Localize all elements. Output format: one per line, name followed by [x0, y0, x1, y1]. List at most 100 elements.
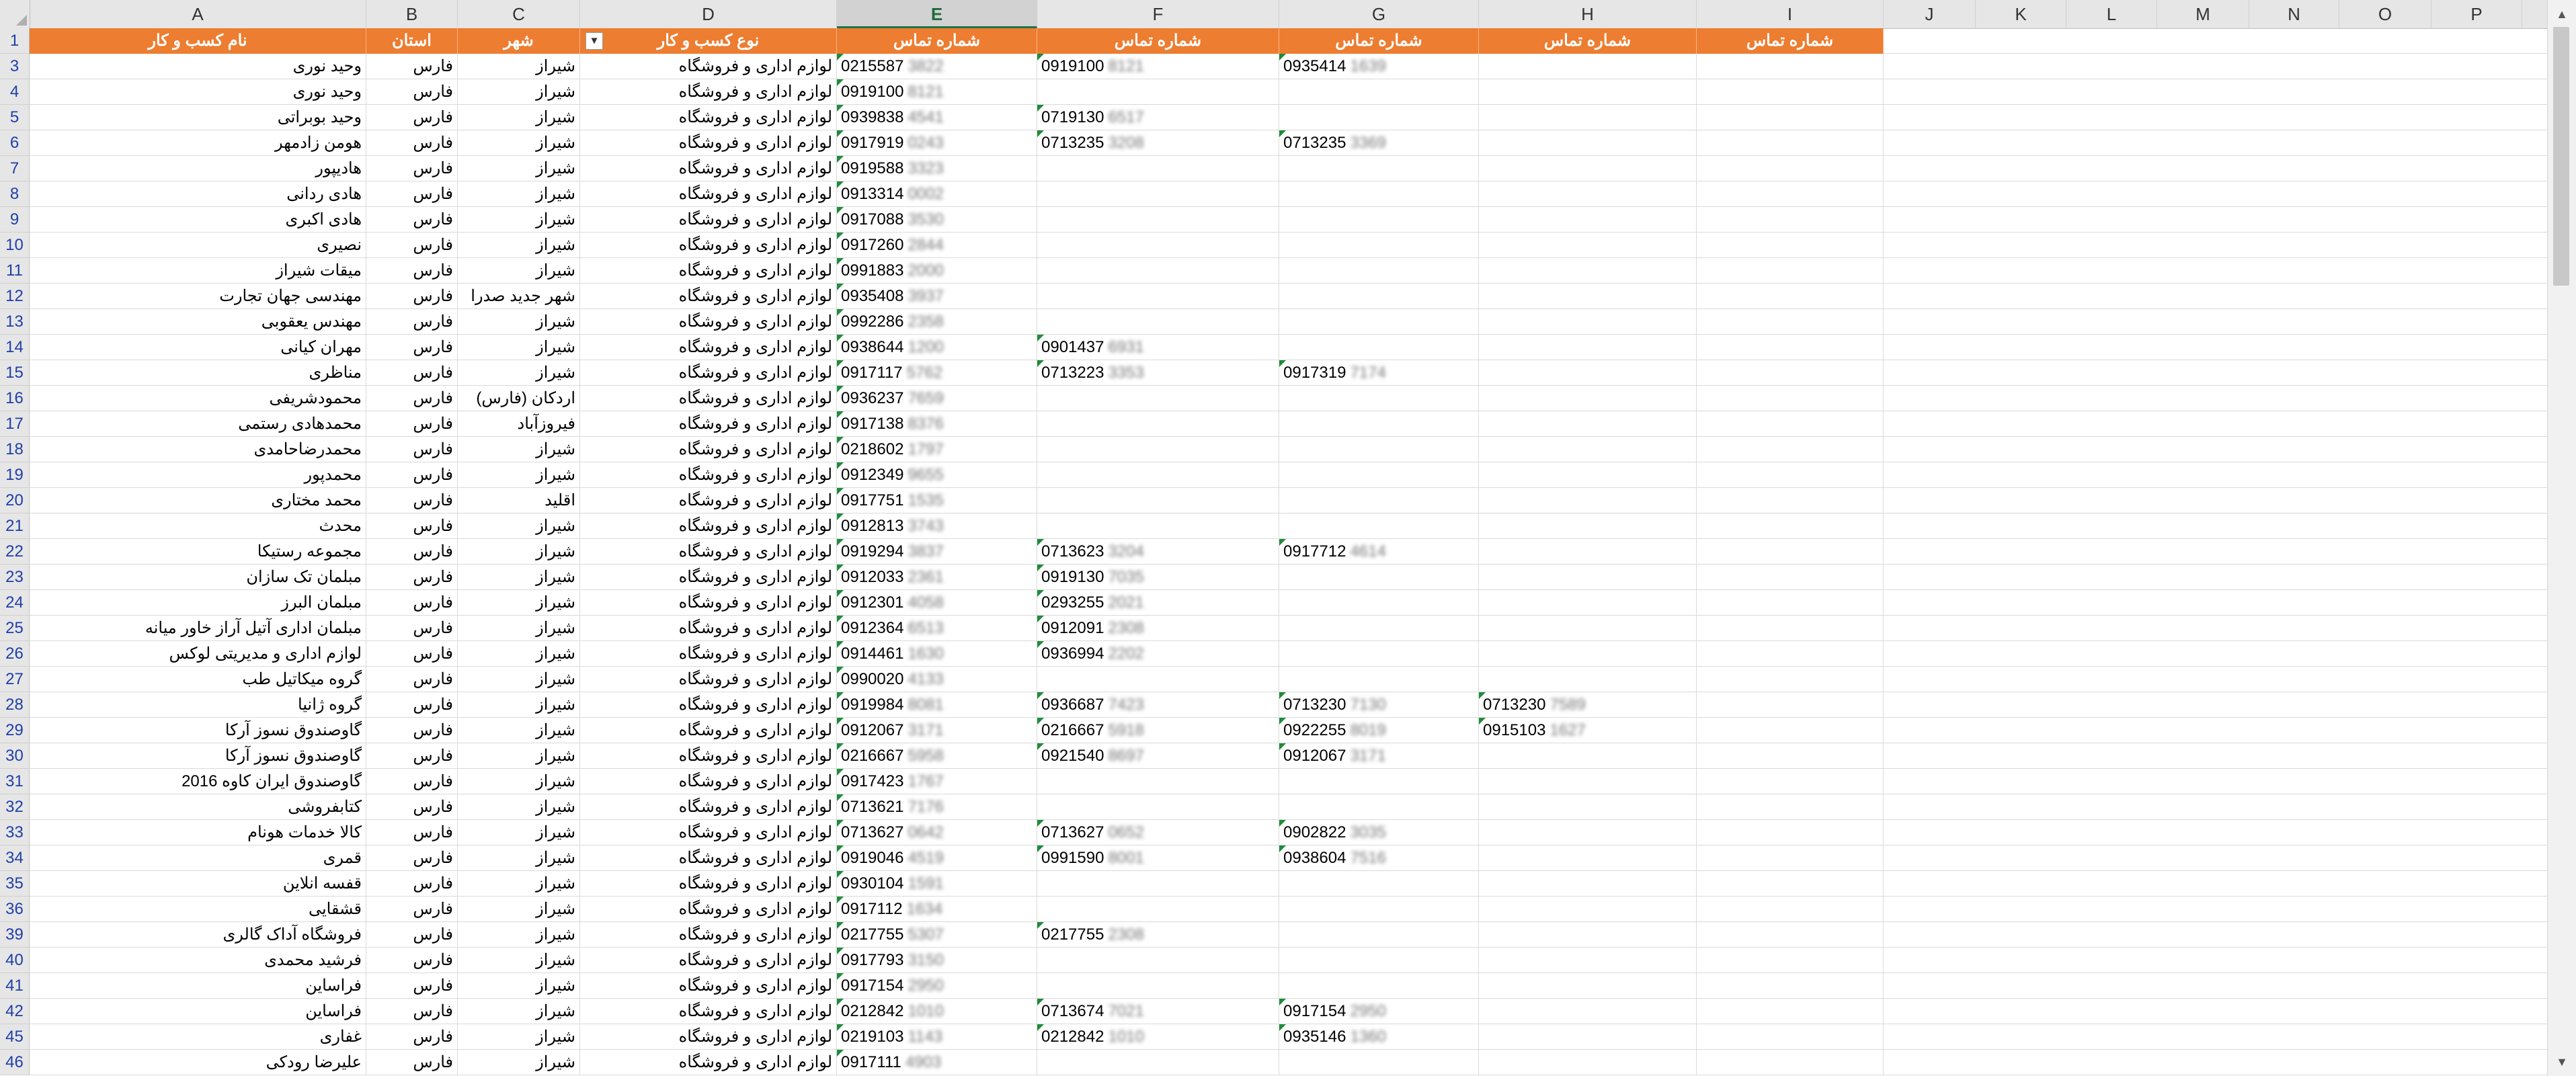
cell-phone-i[interactable]: [1697, 335, 1884, 360]
cell-city[interactable]: شیراز: [458, 335, 580, 360]
row-header[interactable]: 15: [0, 360, 30, 386]
cell-phone-f[interactable]: [1037, 79, 1279, 105]
cell-phone-g[interactable]: 0917154 2950: [1279, 999, 1479, 1024]
cell-phone-i[interactable]: [1697, 309, 1884, 335]
column-header-k[interactable]: K: [1976, 0, 2066, 28]
cell-phone-f[interactable]: [1037, 488, 1279, 513]
cell-business-type[interactable]: لوازم اداری و فروشگاه: [580, 258, 837, 284]
row-header[interactable]: 9: [0, 207, 30, 233]
cell-city[interactable]: شیراز: [458, 130, 580, 156]
cell-business-name[interactable]: مهندسی جهان تجارت: [30, 284, 366, 309]
cell-phone-e[interactable]: 0917154 2950: [837, 973, 1037, 999]
cell-phone-h[interactable]: [1479, 539, 1697, 565]
header-phone-e[interactable]: شماره تماس: [837, 28, 1037, 54]
cell-province[interactable]: فارس: [366, 156, 458, 181]
filter-dropdown-icon[interactable]: ▾: [586, 32, 603, 50]
cell-business-type[interactable]: لوازم اداری و فروشگاه: [580, 667, 837, 692]
cell-business-name[interactable]: میقات شیراز: [30, 258, 366, 284]
cell-business-type[interactable]: لوازم اداری و فروشگاه: [580, 411, 837, 437]
cell-province[interactable]: فارس: [366, 411, 458, 437]
cell-business-type[interactable]: لوازم اداری و فروشگاه: [580, 718, 837, 743]
cell-province[interactable]: فارس: [366, 820, 458, 845]
cell-phone-f[interactable]: [1037, 462, 1279, 488]
cell-business-name[interactable]: مبلمان اداری آتیل آراز خاور میانه: [30, 616, 366, 641]
select-all-corner[interactable]: [0, 0, 30, 28]
cell-phone-e[interactable]: 0939838 4541: [837, 105, 1037, 130]
column-header-c[interactable]: C: [458, 0, 580, 28]
cell-phone-g[interactable]: [1279, 1050, 1479, 1075]
cell-phone-i[interactable]: [1697, 130, 1884, 156]
cell-city[interactable]: شیراز: [458, 897, 580, 922]
cell-phone-e[interactable]: 0919984 8081: [837, 692, 1037, 718]
cell-business-name[interactable]: مناظری: [30, 360, 366, 386]
cell-phone-i[interactable]: [1697, 488, 1884, 513]
cell-phone-i[interactable]: [1697, 411, 1884, 437]
cell-phone-e[interactable]: 0919294 3837: [837, 539, 1037, 565]
cell-phone-e[interactable]: 0919588 3323: [837, 156, 1037, 181]
cell-phone-f[interactable]: 0936687 7423: [1037, 692, 1279, 718]
cell-business-name[interactable]: هومن زادمهر: [30, 130, 366, 156]
column-header-p[interactable]: P: [2431, 0, 2522, 28]
cell-business-type[interactable]: لوازم اداری و فروشگاه: [580, 437, 837, 462]
cell-business-type[interactable]: لوازم اداری و فروشگاه: [580, 130, 837, 156]
cell-province[interactable]: فارس: [366, 462, 458, 488]
cell-province[interactable]: فارس: [366, 207, 458, 233]
cell-phone-i[interactable]: [1697, 1050, 1884, 1075]
row-header[interactable]: 33: [0, 820, 30, 845]
cell-phone-g[interactable]: [1279, 616, 1479, 641]
cell-phone-g[interactable]: [1279, 284, 1479, 309]
cell-phone-g[interactable]: [1279, 513, 1479, 539]
cell-phone-e[interactable]: 0917138 8376: [837, 411, 1037, 437]
cell-phone-g[interactable]: [1279, 462, 1479, 488]
row-header[interactable]: 12: [0, 284, 30, 309]
cell-phone-g[interactable]: [1279, 156, 1479, 181]
row-header[interactable]: 45: [0, 1024, 30, 1050]
cell-business-type[interactable]: لوازم اداری و فروشگاه: [580, 105, 837, 130]
cell-phone-g[interactable]: [1279, 973, 1479, 999]
cell-business-name[interactable]: محمد مختاری: [30, 488, 366, 513]
cell-phone-i[interactable]: [1697, 922, 1884, 948]
cell-phone-e[interactable]: 0992286 2358: [837, 309, 1037, 335]
cell-city[interactable]: شیراز: [458, 258, 580, 284]
cell-province[interactable]: فارس: [366, 539, 458, 565]
cell-phone-h[interactable]: [1479, 1050, 1697, 1075]
cell-city[interactable]: شیراز: [458, 820, 580, 845]
cell-phone-f[interactable]: [1037, 181, 1279, 207]
cell-phone-h[interactable]: [1479, 999, 1697, 1024]
cell-business-name[interactable]: گروه ژانیا: [30, 692, 366, 718]
cell-province[interactable]: فارس: [366, 1050, 458, 1075]
cell-city[interactable]: شیراز: [458, 156, 580, 181]
row-header[interactable]: 5: [0, 105, 30, 130]
cell-phone-i[interactable]: [1697, 871, 1884, 897]
cell-city[interactable]: شیراز: [458, 79, 580, 105]
cell-business-type[interactable]: لوازم اداری و فروشگاه: [580, 284, 837, 309]
cell-business-name[interactable]: فروشگاه آداک گالری: [30, 922, 366, 948]
cell-phone-f[interactable]: 0713235 3208: [1037, 130, 1279, 156]
cell-phone-e[interactable]: 0990020 4133: [837, 667, 1037, 692]
header-province[interactable]: استان: [366, 28, 458, 54]
row-header[interactable]: 26: [0, 641, 30, 667]
cell-phone-e[interactable]: 0713627 0642: [837, 820, 1037, 845]
row-header[interactable]: 13: [0, 309, 30, 335]
cell-phone-h[interactable]: [1479, 386, 1697, 411]
cell-business-type[interactable]: لوازم اداری و فروشگاه: [580, 79, 837, 105]
cell-business-name[interactable]: محمدپور: [30, 462, 366, 488]
cell-phone-h[interactable]: [1479, 258, 1697, 284]
cell-city[interactable]: اقلید: [458, 488, 580, 513]
row-header[interactable]: 14: [0, 335, 30, 360]
row-header[interactable]: 16: [0, 386, 30, 411]
row-header[interactable]: 24: [0, 590, 30, 616]
cell-phone-f[interactable]: [1037, 284, 1279, 309]
cell-business-name[interactable]: غفاری: [30, 1024, 366, 1050]
cell-phone-g[interactable]: [1279, 258, 1479, 284]
cell-city[interactable]: فیروزآباد: [458, 411, 580, 437]
cell-province[interactable]: فارس: [366, 284, 458, 309]
row-header[interactable]: 36: [0, 897, 30, 922]
cell-phone-h[interactable]: 0915103 1627: [1479, 718, 1697, 743]
cell-phone-e[interactable]: 0912813 3743: [837, 513, 1037, 539]
cell-business-type[interactable]: لوازم اداری و فروشگاه: [580, 513, 837, 539]
cell-city[interactable]: شیراز: [458, 616, 580, 641]
cell-phone-e[interactable]: 0991883 2000: [837, 258, 1037, 284]
cell-phone-f[interactable]: [1037, 948, 1279, 973]
cell-business-name[interactable]: مهندس یعقوبی: [30, 309, 366, 335]
